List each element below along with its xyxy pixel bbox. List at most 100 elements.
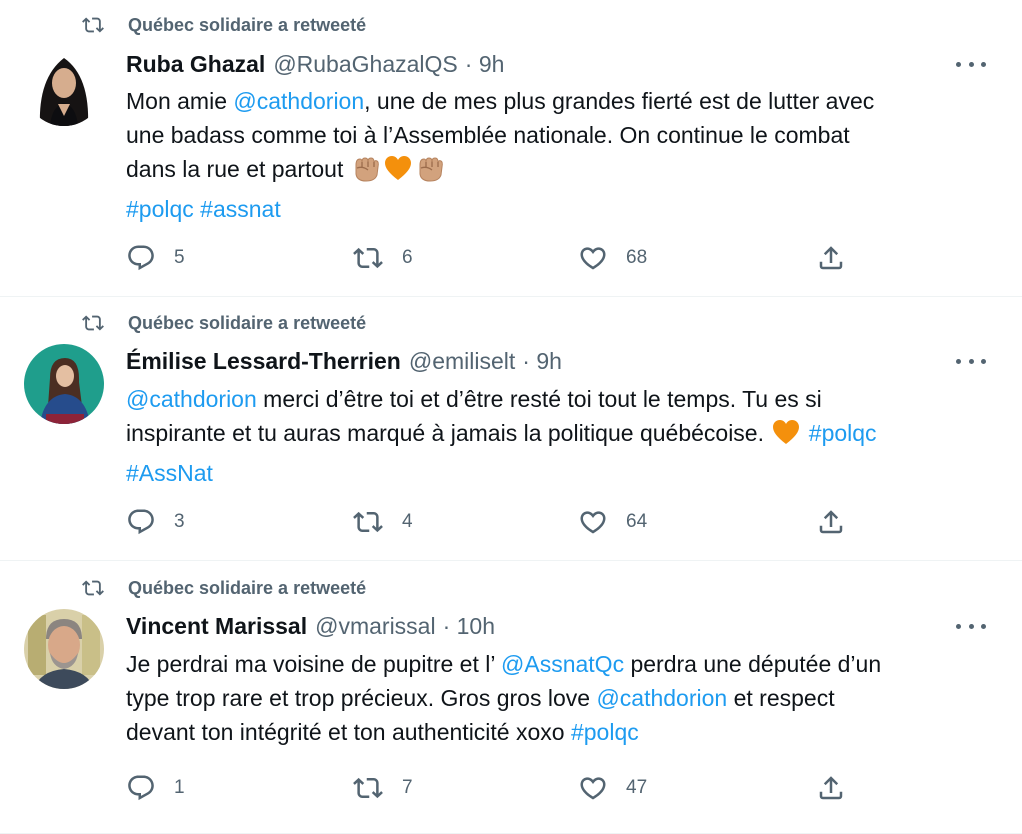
text-segment: devant ton intégrité et ton authenticité… bbox=[126, 719, 571, 745]
retweet-button[interactable]: 7 bbox=[352, 770, 413, 806]
like-count: 47 bbox=[626, 777, 648, 798]
hashtag-link[interactable]: #AssNat bbox=[126, 460, 213, 486]
reply-count: 1 bbox=[174, 777, 185, 798]
orange-heart-emoji bbox=[383, 153, 413, 192]
tweet-header: Vincent Marissal @vmarissal · 10h bbox=[126, 610, 982, 642]
like-button[interactable]: 64 bbox=[578, 504, 647, 540]
tweet[interactable]: Québec solidaire a retweeté Ruba Ghazal … bbox=[0, 0, 1022, 297]
more-icon bbox=[981, 61, 986, 67]
tweet-time[interactable]: · 10h bbox=[443, 613, 495, 640]
heart-icon bbox=[578, 507, 608, 537]
retweet-count: 4 bbox=[402, 511, 413, 532]
more-icon bbox=[956, 623, 961, 629]
retweet-count: 6 bbox=[402, 247, 413, 268]
more-icon bbox=[956, 358, 961, 364]
tweet-header: Ruba Ghazal @RubaGhazalQS · 9h bbox=[126, 48, 982, 80]
tweet-time[interactable]: · 9h bbox=[522, 348, 562, 375]
retweet-icon bbox=[80, 312, 106, 334]
heart-icon bbox=[578, 773, 608, 803]
like-count: 64 bbox=[626, 511, 648, 532]
share-button[interactable] bbox=[816, 240, 846, 276]
text-segment: Mon amie bbox=[126, 88, 234, 114]
tweet-text: Mon amie @cathdorion, une de mes plus gr… bbox=[126, 84, 996, 226]
text-line: une badass comme toi à l’Assemblée natio… bbox=[126, 122, 850, 148]
author-handle[interactable]: @vmarissal bbox=[315, 613, 435, 640]
like-button[interactable]: 68 bbox=[578, 240, 647, 276]
text-segment: inspirante et tu auras marqué à jamais l… bbox=[126, 420, 764, 446]
retweet-context: Québec solidaire a retweeté bbox=[80, 574, 366, 602]
retweet-icon bbox=[352, 507, 384, 537]
orange-heart-emoji bbox=[771, 417, 801, 456]
reply-count: 3 bbox=[174, 511, 185, 532]
more-options-button[interactable] bbox=[956, 616, 986, 636]
reply-count: 5 bbox=[174, 247, 185, 268]
avatar[interactable] bbox=[24, 46, 104, 126]
text-segment: , une de mes plus grandes fierté est de … bbox=[364, 88, 875, 114]
retweet-context: Québec solidaire a retweeté bbox=[80, 11, 366, 39]
share-icon bbox=[816, 773, 846, 803]
retweet-icon bbox=[352, 243, 384, 273]
mention-link[interactable]: @cathdorion bbox=[596, 685, 727, 711]
text-segment: merci d’être toi et d’être resté toi tou… bbox=[256, 386, 822, 412]
reply-button[interactable]: 1 bbox=[126, 770, 185, 806]
hashtag-link[interactable]: #assnat bbox=[200, 196, 281, 222]
tweet-header: Émilise Lessard-Therrien @emiliselt · 9h bbox=[126, 345, 982, 377]
tweet-actions: 3 4 64 bbox=[126, 504, 856, 540]
share-icon bbox=[816, 507, 846, 537]
raised-fist-emoji bbox=[415, 153, 445, 192]
raised-fist-emoji bbox=[351, 153, 381, 192]
text-segment: et respect bbox=[727, 685, 835, 711]
like-button[interactable]: 47 bbox=[578, 770, 647, 806]
author-handle[interactable]: @emiliselt bbox=[409, 348, 515, 375]
text-segment: perdra une députée d’un bbox=[624, 651, 882, 677]
retweet-count: 7 bbox=[402, 777, 413, 798]
text-segment: type trop rare et trop précieux. Gros gr… bbox=[126, 685, 597, 711]
mention-link[interactable]: @AssnatQc bbox=[501, 651, 624, 677]
retweet-icon bbox=[80, 14, 106, 36]
text-segment: Je perdrai ma voisine de pupitre et l’ bbox=[126, 651, 502, 677]
tweet[interactable]: Québec solidaire a retweeté Vincent Mari… bbox=[0, 561, 1022, 834]
tweet-text: Je perdrai ma voisine de pupitre et l’ @… bbox=[126, 647, 996, 749]
reply-button[interactable]: 3 bbox=[126, 504, 185, 540]
retweet-icon bbox=[352, 773, 384, 803]
tweet-actions: 1 7 47 bbox=[126, 770, 856, 806]
more-icon bbox=[956, 61, 961, 67]
reply-icon bbox=[126, 243, 156, 273]
share-icon bbox=[816, 243, 846, 273]
retweeted-by-label[interactable]: Québec solidaire a retweeté bbox=[128, 15, 366, 36]
share-button[interactable] bbox=[816, 504, 846, 540]
like-count: 68 bbox=[626, 247, 648, 268]
hashtag-link[interactable]: #polqc bbox=[126, 196, 194, 222]
retweeted-by-label[interactable]: Québec solidaire a retweeté bbox=[128, 313, 366, 334]
tweet-text: @cathdorion merci d’être toi et d’être r… bbox=[126, 382, 996, 490]
text-segment: dans la rue et partout bbox=[126, 156, 344, 182]
more-options-button[interactable] bbox=[956, 351, 986, 371]
retweet-button[interactable]: 4 bbox=[352, 504, 413, 540]
tweet[interactable]: Québec solidaire a retweeté Émilise Less… bbox=[0, 297, 1022, 561]
author-handle[interactable]: @RubaGhazalQS bbox=[273, 51, 457, 78]
mention-link[interactable]: @cathdorion bbox=[233, 88, 364, 114]
avatar[interactable] bbox=[24, 344, 104, 424]
heart-icon bbox=[578, 243, 608, 273]
retweet-icon bbox=[80, 577, 106, 599]
retweeted-by-label[interactable]: Québec solidaire a retweeté bbox=[128, 578, 366, 599]
reply-button[interactable]: 5 bbox=[126, 240, 185, 276]
more-icon bbox=[968, 358, 974, 364]
more-icon bbox=[981, 358, 986, 364]
share-button[interactable] bbox=[816, 770, 846, 806]
tweet-time[interactable]: · 9h bbox=[465, 51, 505, 78]
retweet-button[interactable]: 6 bbox=[352, 240, 413, 276]
author-name[interactable]: Ruba Ghazal bbox=[126, 51, 265, 78]
more-icon bbox=[968, 61, 974, 67]
timeline: Québec solidaire a retweeté Ruba Ghazal … bbox=[0, 0, 1022, 834]
mention-link[interactable]: @cathdorion bbox=[126, 386, 257, 412]
avatar[interactable] bbox=[24, 609, 104, 689]
more-icon bbox=[968, 623, 974, 629]
hashtag-link[interactable]: #polqc bbox=[571, 719, 639, 745]
hashtag-link[interactable]: #polqc bbox=[809, 420, 877, 446]
author-name[interactable]: Vincent Marissal bbox=[126, 613, 307, 640]
more-options-button[interactable] bbox=[956, 54, 986, 74]
author-name[interactable]: Émilise Lessard-Therrien bbox=[126, 348, 401, 375]
reply-icon bbox=[126, 507, 156, 537]
tweet-actions: 5 6 68 bbox=[126, 240, 856, 276]
